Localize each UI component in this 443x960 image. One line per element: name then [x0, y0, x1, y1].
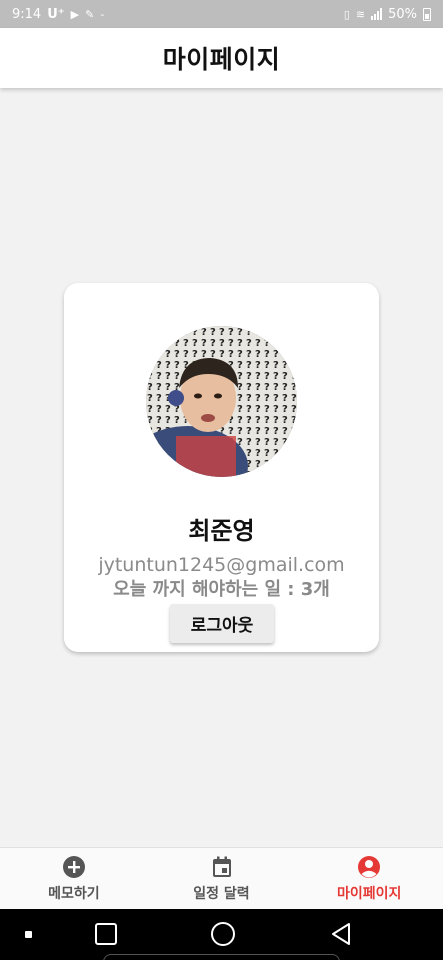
avatar: ? — [146, 326, 297, 477]
gesture-pill — [103, 954, 340, 960]
carrier-label: U⁺ — [47, 6, 65, 22]
battery-percent: 50% — [388, 6, 417, 22]
recents-button[interactable] — [95, 923, 117, 945]
notification-icon: ✎ — [85, 7, 95, 21]
status-right: ▯ ≋ 50% — [344, 7, 431, 22]
add-circle-icon — [62, 855, 85, 878]
calendar-icon — [212, 856, 231, 877]
account-circle-icon — [358, 855, 381, 878]
app-bar: 마이페이지 — [0, 28, 443, 88]
play-icon: ▶ — [70, 7, 80, 21]
signal-icon — [371, 8, 383, 20]
dash-icon: - — [100, 7, 105, 21]
tab-memo[interactable]: 메모하기 — [0, 848, 148, 909]
tab-mypage-label: 마이페이지 — [336, 885, 402, 902]
profile-card: ? 최준영 jytuntun1245@gmail.com 오늘 까지 해야하는 … — [64, 283, 379, 652]
wifi-icon: ≋ — [355, 7, 366, 21]
screen: 9:14 U⁺ ▶ ✎ - ▯ ≋ 50% 마이페이지 ? — [0, 0, 443, 960]
todo-count-text: 오늘 까지 해야하는 일 : 3개 — [113, 579, 330, 600]
back-button[interactable] — [330, 922, 352, 946]
user-name: 최준영 — [188, 517, 255, 545]
battery-icon — [423, 7, 431, 21]
vibrate-icon: ▯ — [343, 7, 350, 21]
tab-memo-label: 메모하기 — [48, 885, 100, 902]
avatar-image: ? — [146, 326, 297, 477]
tab-calendar-label: 일정 달력 — [193, 885, 250, 902]
page-title: 마이페이지 — [162, 45, 281, 74]
status-bar: 9:14 U⁺ ▶ ✎ - ▯ ≋ 50% — [0, 0, 443, 28]
system-nav-bar — [0, 909, 443, 960]
home-button[interactable] — [211, 922, 235, 946]
status-time: 9:14 — [12, 6, 42, 22]
user-email: jytuntun1245@gmail.com — [98, 554, 345, 576]
status-left: 9:14 U⁺ ▶ ✎ - — [12, 7, 104, 22]
logout-button[interactable]: 로그아웃 — [170, 604, 274, 643]
bottom-tab-bar: 메모하기 일정 달력 마이페이지 — [0, 847, 443, 909]
tab-mypage[interactable]: 마이페이지 — [295, 848, 443, 909]
tab-calendar[interactable]: 일정 달력 — [148, 848, 296, 909]
nav-indicator-icon — [25, 931, 32, 938]
